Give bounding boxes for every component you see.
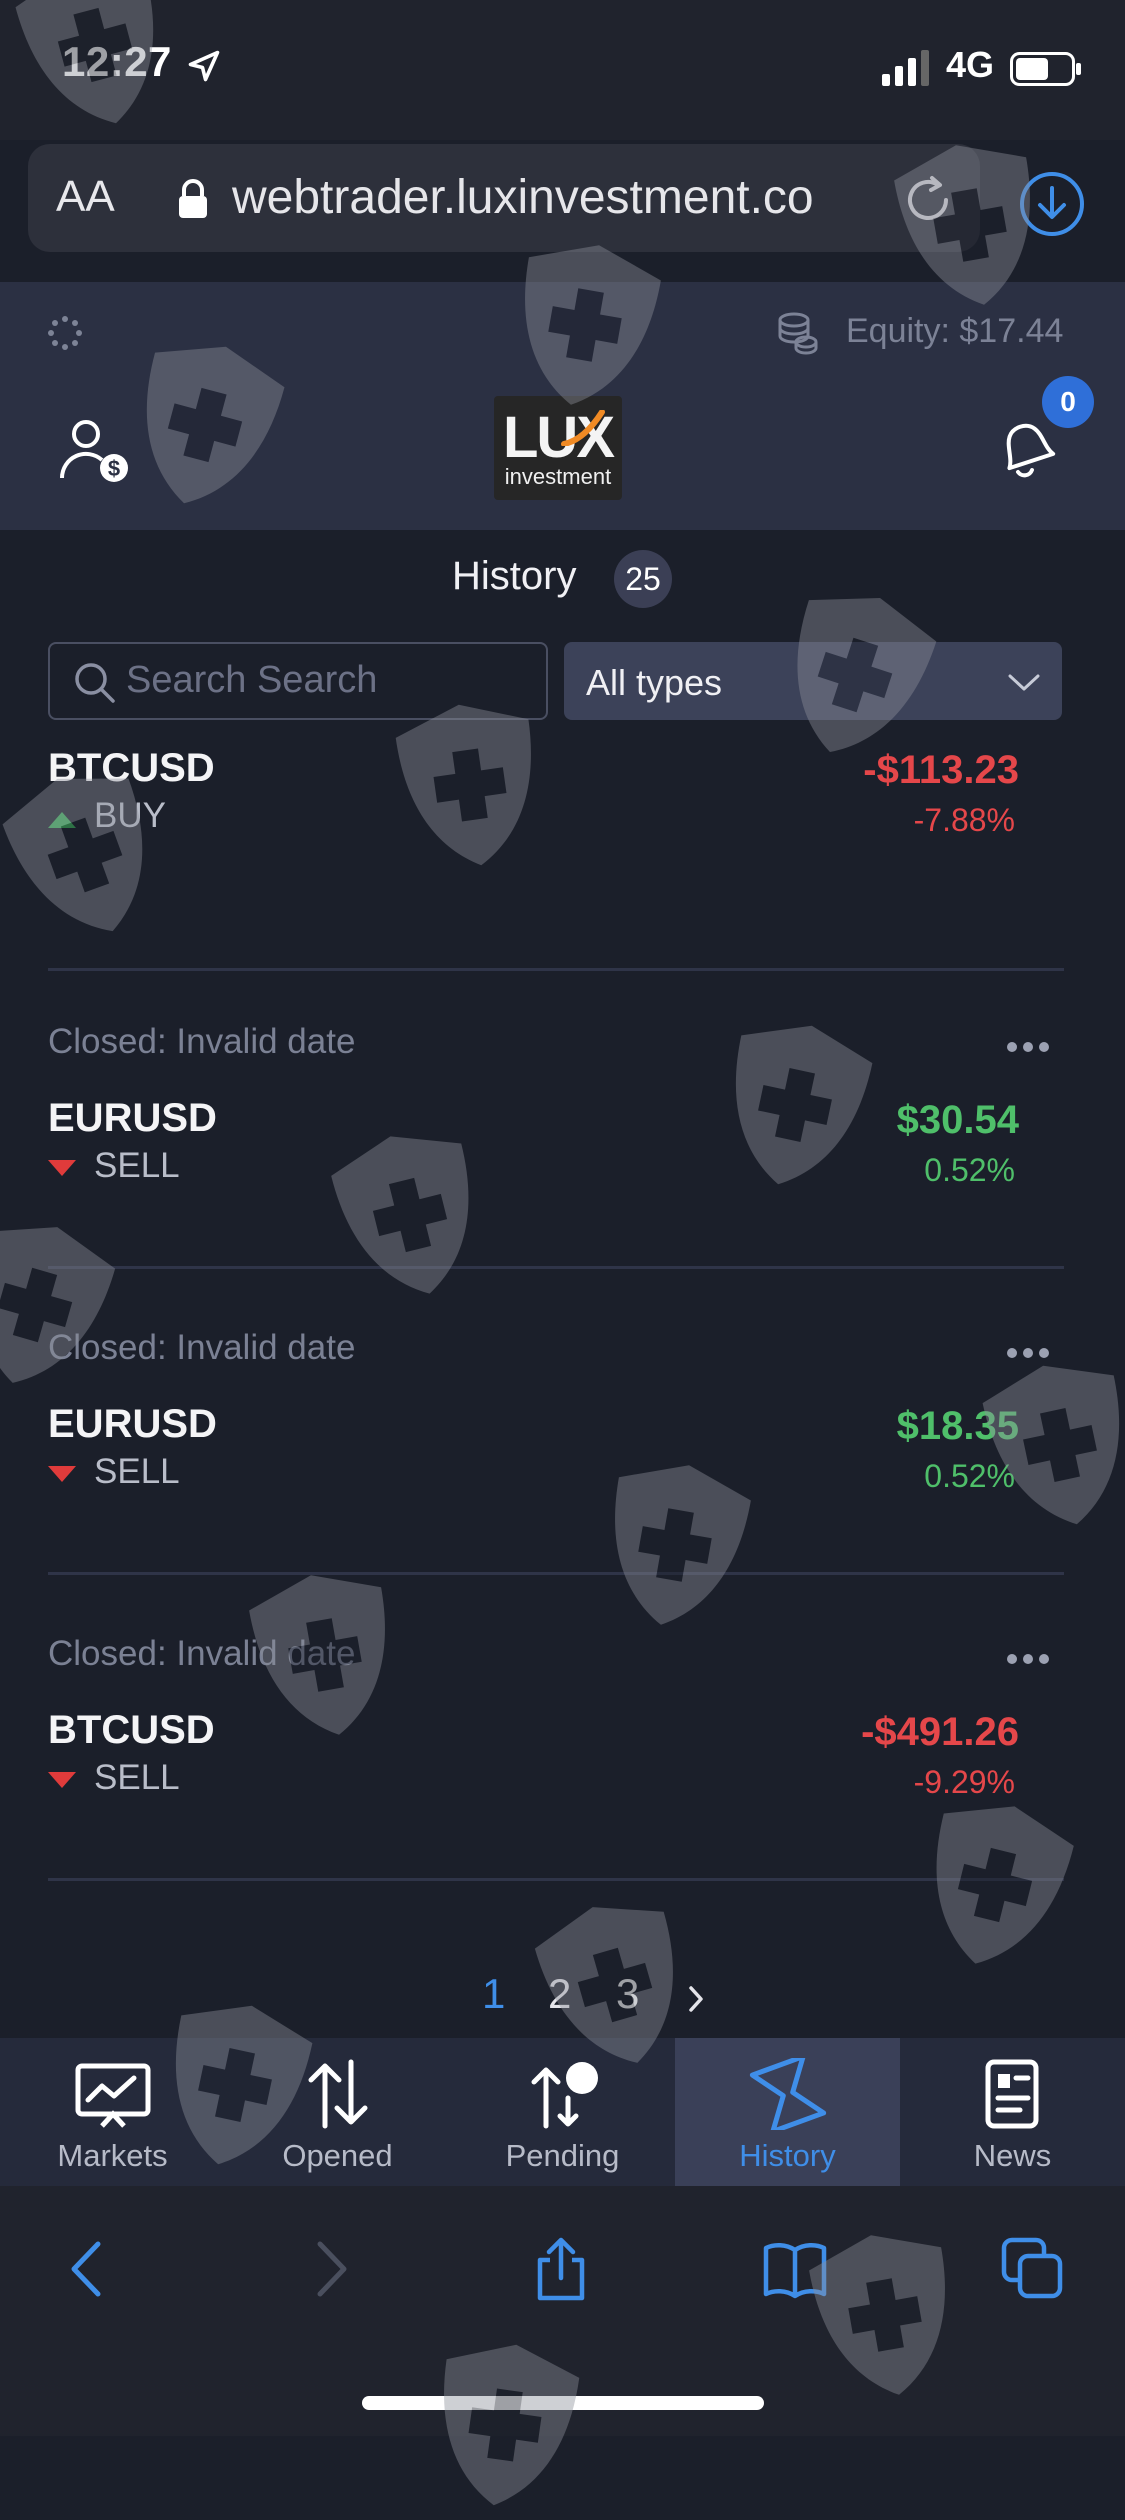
bottom-nav: Markets Opened Pending History News bbox=[0, 2038, 1125, 2186]
search-icon bbox=[75, 663, 115, 703]
page-3-link[interactable]: 3 bbox=[616, 1970, 639, 2018]
nav-history[interactable]: History bbox=[675, 2038, 900, 2186]
bookmarks-icon[interactable] bbox=[762, 2236, 828, 2302]
nav-label: Opened bbox=[282, 2138, 393, 2173]
pagination: 1 2 3 bbox=[0, 1970, 1125, 2030]
news-icon bbox=[985, 2059, 1039, 2129]
history-list: Closed: Invalid date BTCUSD BUY -$113.23… bbox=[0, 722, 1125, 1912]
location-arrow-icon bbox=[188, 50, 220, 82]
hourglass-icon bbox=[749, 2058, 827, 2130]
battery-icon bbox=[1010, 52, 1081, 86]
download-icon[interactable] bbox=[1018, 170, 1086, 238]
nav-label: Markets bbox=[57, 2138, 168, 2173]
row-divider bbox=[48, 1572, 1064, 1575]
trade-row[interactable]: Closed: Invalid date EURUSD SELL $18.35 … bbox=[0, 1328, 1125, 1634]
trade-closed-date: Closed: Invalid date bbox=[48, 1634, 356, 1673]
trade-pnl-percent: -9.29% bbox=[913, 1764, 1015, 1800]
buy-arrow-icon bbox=[48, 812, 76, 828]
row-divider bbox=[48, 1878, 1064, 1881]
back-icon[interactable] bbox=[56, 2236, 122, 2302]
trade-side: SELL bbox=[94, 1758, 180, 1797]
pending-icon bbox=[531, 2062, 598, 2129]
tabs-icon[interactable] bbox=[1000, 2236, 1066, 2302]
chevron-down-icon bbox=[1008, 674, 1040, 691]
reload-icon[interactable] bbox=[898, 170, 958, 230]
loading-spinner-icon bbox=[48, 316, 82, 350]
nav-pending[interactable]: Pending bbox=[450, 2038, 675, 2186]
trade-side: SELL bbox=[94, 1452, 180, 1491]
share-icon[interactable] bbox=[528, 2236, 594, 2302]
lux-logo: LUX investment bbox=[494, 396, 622, 500]
lock-icon bbox=[179, 179, 207, 218]
trade-closed-date: Closed: Invalid date bbox=[48, 1022, 356, 1061]
trade-closed-date: Closed: Invalid date bbox=[48, 1328, 356, 1367]
trade-row[interactable]: Closed: Invalid date EURUSD SELL $30.54 … bbox=[0, 1022, 1125, 1328]
history-count-badge: 25 bbox=[614, 550, 672, 608]
page-title: History bbox=[452, 554, 577, 598]
cellular-signal-icon bbox=[882, 50, 929, 86]
more-options-icon[interactable] bbox=[1006, 1040, 1050, 1054]
trade-pnl-percent: -7.88% bbox=[913, 802, 1015, 838]
page-1-link[interactable]: 1 bbox=[482, 1970, 505, 2018]
row-divider bbox=[48, 1266, 1064, 1269]
trade-pnl: $30.54 bbox=[896, 1098, 1019, 1142]
more-options-icon[interactable] bbox=[1006, 1652, 1050, 1666]
trade-pnl: -$113.23 bbox=[863, 748, 1019, 792]
more-options-icon[interactable] bbox=[1006, 1346, 1050, 1360]
sell-arrow-icon bbox=[48, 1772, 76, 1788]
nav-markets[interactable]: Markets bbox=[0, 2038, 225, 2186]
up-down-arrows-icon bbox=[308, 2059, 368, 2129]
sell-arrow-icon bbox=[48, 1466, 76, 1482]
trade-pnl: $18.35 bbox=[896, 1404, 1019, 1448]
trade-symbol: EURUSD bbox=[48, 1402, 217, 1446]
coins-icon bbox=[778, 312, 818, 355]
row-divider bbox=[48, 968, 1064, 971]
nav-label: Pending bbox=[505, 2138, 620, 2173]
svg-text:$: $ bbox=[108, 456, 120, 481]
type-filter-value: All types bbox=[586, 662, 723, 703]
search-input[interactable] bbox=[124, 652, 534, 708]
trade-row[interactable]: Closed: Invalid date BTCUSD SELL -$491.2… bbox=[0, 1634, 1125, 1912]
logo-swoosh bbox=[561, 410, 605, 446]
text-size-button[interactable]: AA bbox=[56, 172, 115, 222]
trade-symbol: EURUSD bbox=[48, 1096, 217, 1140]
notification-badge: 0 bbox=[1042, 376, 1094, 428]
trade-side: SELL bbox=[94, 1146, 180, 1185]
trade-pnl-percent: 0.52% bbox=[924, 1458, 1015, 1494]
logo-subtext: investment bbox=[504, 464, 612, 489]
account-dollar-icon[interactable]: $ bbox=[56, 414, 136, 488]
trade-side: BUY bbox=[94, 796, 166, 835]
nav-opened[interactable]: Opened bbox=[225, 2038, 450, 2186]
trade-pnl-percent: 0.52% bbox=[924, 1152, 1015, 1188]
forward-icon[interactable] bbox=[296, 2236, 362, 2302]
trade-row[interactable]: BTCUSD BUY -$113.23 -7.88% bbox=[0, 722, 1125, 978]
nav-label: News bbox=[973, 2138, 1052, 2173]
trade-pnl: -$491.26 bbox=[861, 1710, 1019, 1754]
network-type: 4G bbox=[946, 44, 995, 85]
trade-symbol: BTCUSD bbox=[48, 1708, 215, 1752]
markets-chart-icon bbox=[75, 2063, 151, 2128]
nav-news[interactable]: News bbox=[900, 2038, 1125, 2186]
status-time: 12:27 bbox=[62, 38, 172, 85]
home-indicator bbox=[362, 2396, 764, 2410]
trade-symbol: BTCUSD bbox=[48, 746, 215, 790]
nav-label: History bbox=[739, 2138, 836, 2173]
equity-value: Equity: $17.44 bbox=[846, 312, 1064, 350]
chevron-right-icon[interactable] bbox=[686, 1984, 706, 2014]
sell-arrow-icon bbox=[48, 1160, 76, 1176]
url-text[interactable]: webtrader.luxinvestment.co bbox=[232, 170, 852, 225]
page-2-link[interactable]: 2 bbox=[548, 1970, 571, 2018]
